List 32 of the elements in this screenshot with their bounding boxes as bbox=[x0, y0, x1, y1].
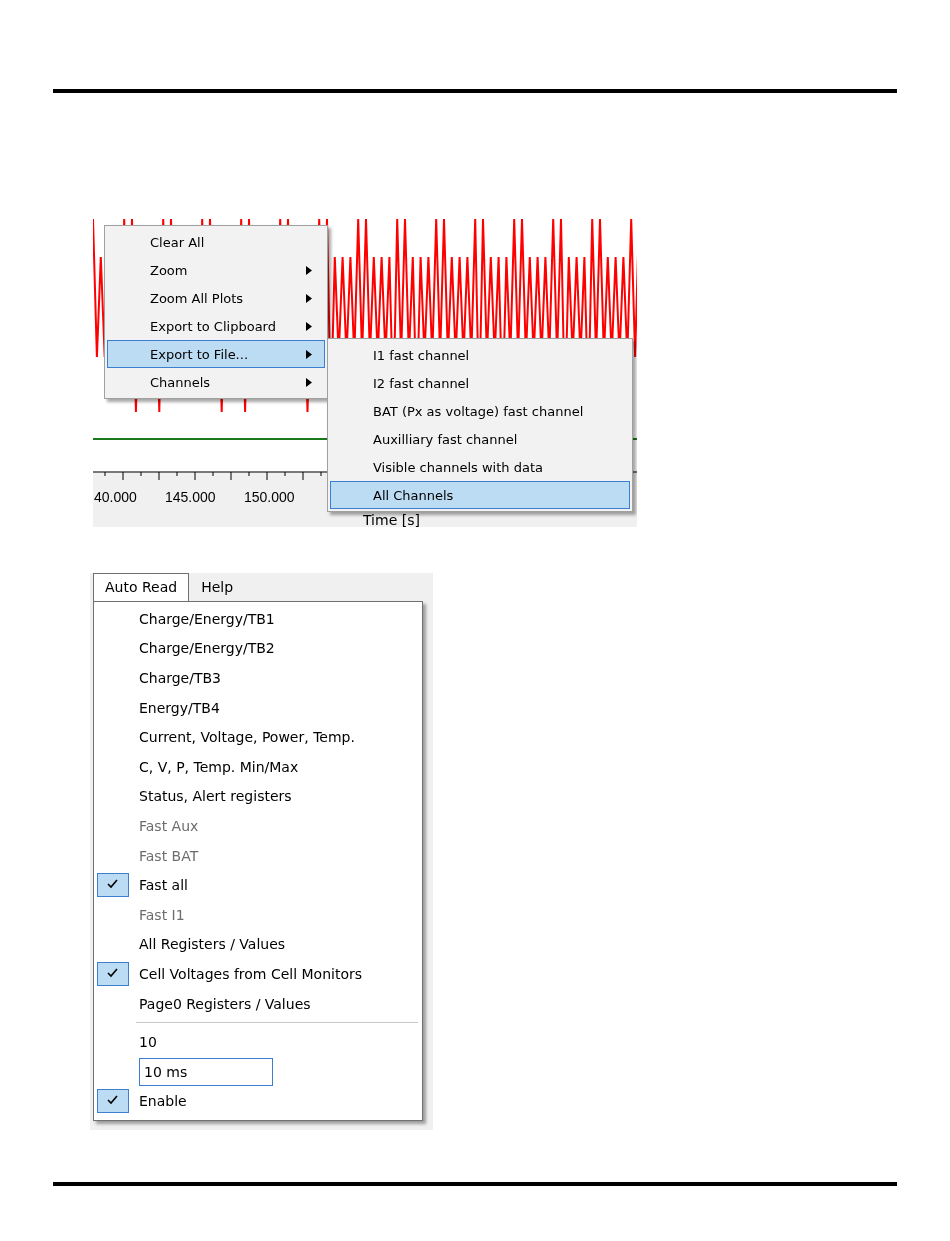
menu-item[interactable]: Enable bbox=[94, 1086, 422, 1117]
menu-item[interactable]: Channels bbox=[107, 368, 325, 396]
menu-bar-item[interactable]: Help bbox=[189, 573, 246, 602]
menu-item[interactable]: Charge/Energy/TB1 bbox=[94, 604, 422, 634]
menu-item[interactable]: Zoom All Plots bbox=[107, 284, 325, 312]
interval-value: 10 bbox=[139, 1034, 157, 1051]
menu-item[interactable]: All Channels bbox=[330, 481, 630, 509]
menu-item[interactable]: All Registers / Values bbox=[94, 929, 422, 960]
menu-item[interactable]: Export to Clipboard bbox=[107, 312, 325, 340]
menu-item[interactable]: BAT (Px as voltage) fast channel bbox=[330, 397, 630, 425]
tick-label: 40.000 bbox=[94, 489, 137, 505]
menu-item[interactable]: Visible channels with data bbox=[330, 453, 630, 481]
menu-item[interactable]: Current, Voltage, Power, Temp. bbox=[94, 722, 422, 752]
menu-item[interactable]: I2 fast channel bbox=[330, 369, 630, 397]
menu-bar-item[interactable]: Auto Read bbox=[93, 573, 190, 602]
menu-item[interactable]: Status, Alert registers bbox=[94, 781, 422, 812]
menu-item[interactable]: Zoom bbox=[107, 256, 325, 284]
menu-item[interactable]: Charge/TB3 bbox=[94, 663, 422, 693]
menu-item[interactable]: Page0 Registers / Values bbox=[94, 988, 422, 1019]
menu-item[interactable]: Clear All bbox=[107, 228, 325, 256]
menu-item[interactable]: Cell Voltages from Cell Monitors bbox=[94, 959, 422, 989]
menu-item[interactable]: I1 fast channel bbox=[330, 341, 630, 369]
interval-field[interactable]: 10 ms bbox=[139, 1057, 273, 1086]
axis-title: Time [s] bbox=[363, 513, 420, 527]
tick-label: 150.000 bbox=[244, 489, 295, 505]
menu-item[interactable]: Charge/Energy/TB2 bbox=[94, 633, 422, 664]
menu-item[interactable]: Fast all bbox=[94, 870, 422, 900]
menu-item[interactable]: C, V, P, Temp. Min/Max bbox=[94, 751, 422, 782]
menu-item[interactable]: Auxilliary fast channel bbox=[330, 425, 630, 453]
menu-item[interactable]: Export to File... bbox=[107, 340, 325, 368]
tick-label: 145.000 bbox=[165, 489, 216, 505]
menu-item[interactable]: Energy/TB4 bbox=[94, 692, 422, 723]
